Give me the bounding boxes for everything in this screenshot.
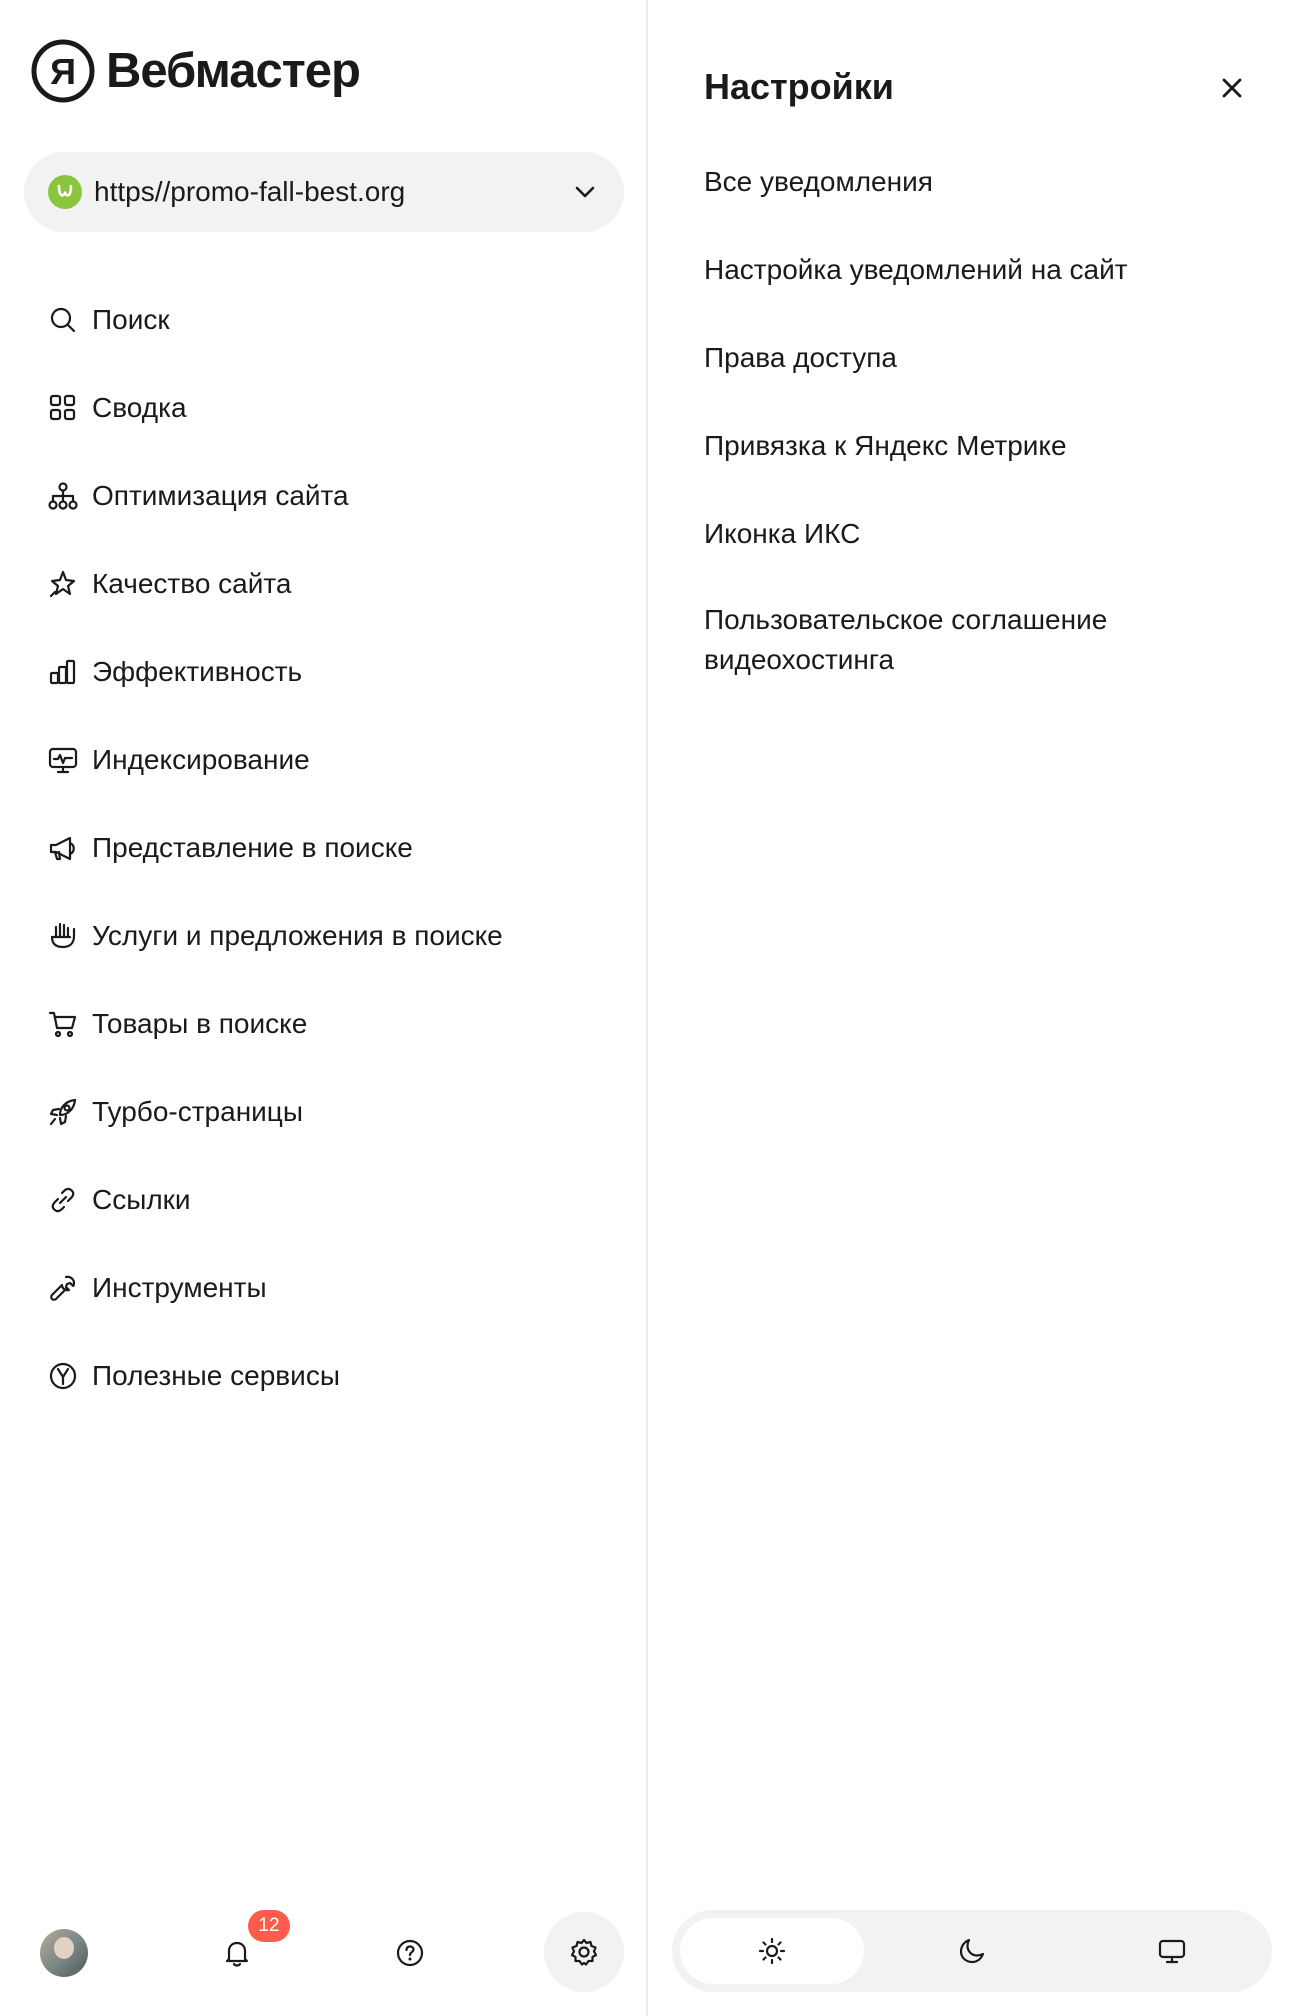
wrench-icon [50,1275,76,1301]
nav-item-label: Полезные сервисы [92,1360,340,1391]
site-favicon-icon [48,175,82,209]
link-icon [51,1187,75,1213]
sidebar: Я Вебмастер https//promo-fall-best.org П… [0,0,646,2016]
nav-item-label: Представление в поиске [92,832,413,863]
settings-item-site-notifications[interactable]: Настройка уведомлений на сайт [704,250,1224,290]
nav-item-useful-services[interactable]: Полезные сервисы [46,1332,606,1420]
sitemap-icon [48,482,78,510]
settings-panel: Настройки Все уведомления Настройка увед… [648,0,1296,2016]
bar-chart-icon [49,659,76,685]
rocket-icon [49,1098,77,1126]
logo-letter: Я [50,51,76,92]
nav-item-label: Индексирование [92,744,310,775]
megaphone-icon [49,836,75,861]
theme-system-option[interactable] [1080,1918,1264,1984]
nav-item-quality[interactable]: Качество сайта [46,540,606,628]
monitor-pulse-icon [48,747,78,774]
sparkle-star-icon [49,570,76,598]
yandex-circle-icon [49,1362,77,1390]
settings-item-video-agreement[interactable]: Пользовательское соглашение видеохостинг… [704,600,1224,680]
moon-icon [959,1938,985,1964]
hand-offer-icon [50,922,76,949]
nav-item-efficiency[interactable]: Эффективность [46,628,606,716]
brand-name: Вебмастер [106,43,361,98]
help-button[interactable] [385,1928,435,1978]
settings-item-access-rights[interactable]: Права доступа [704,338,1224,378]
settings-item-all-notifications[interactable]: Все уведомления [704,162,1224,202]
close-button[interactable] [1214,70,1250,106]
settings-button[interactable] [544,1912,624,1992]
nav-item-label: Поиск [92,304,170,335]
bell-icon [225,1941,249,1967]
theme-light-option[interactable] [680,1918,864,1984]
settings-title: Настройки [704,66,894,107]
nav-item-summary[interactable]: Сводка [46,364,606,452]
nav-item-label: Оптимизация сайта [92,480,349,511]
main-nav: Поиск Сводка Оптимизация сайта Качество … [46,276,606,1420]
nav-item-optimization[interactable]: Оптимизация сайта [46,452,606,540]
nav-item-label: Сводка [92,392,187,423]
nav-item-tools[interactable]: Инструменты [46,1244,606,1332]
nav-item-label: Ссылки [92,1184,191,1215]
nav-item-label: Турбо-страницы [92,1096,303,1127]
nav-item-label: Инструменты [92,1272,267,1303]
theme-dark-option[interactable] [880,1918,1064,1984]
yandex-logo-icon: Я [31,39,95,103]
nav-item-indexing[interactable]: Индексирование [46,716,606,804]
site-selector[interactable]: https//promo-fall-best.org [24,152,624,232]
theme-switch [672,1910,1272,1992]
sidebar-bottom-bar: 12 [0,1910,646,1996]
help-circle-icon [396,1939,424,1967]
sun-icon [758,1937,786,1965]
cart-icon [48,1011,77,1038]
nav-item-search[interactable]: Поиск [46,276,606,364]
chevron-down-icon[interactable] [570,177,600,207]
nav-item-label: Качество сайта [92,568,292,599]
nav-item-products[interactable]: Товары в поиске [46,980,606,1068]
nav-item-search-appearance[interactable]: Представление в поиске [46,804,606,892]
settings-item-metrica-link[interactable]: Привязка к Яндекс Метрике [704,426,1224,466]
site-url: https//promo-fall-best.org [94,176,406,207]
notifications-badge: 12 [248,1910,290,1942]
monitor-icon [1158,1939,1186,1964]
webmaster-logo[interactable]: Я Вебмастер [30,38,361,104]
avatar[interactable] [40,1929,88,1977]
nav-item-label: Эффективность [92,656,303,687]
gear-icon [570,1938,598,1966]
nav-item-services[interactable]: Услуги и предложения в поиске [46,892,606,980]
close-icon [1222,78,1242,98]
nav-item-turbo[interactable]: Турбо-страницы [46,1068,606,1156]
settings-item-iks-icon[interactable]: Иконка ИКС [704,514,1224,554]
nav-item-label: Услуги и предложения в поиске [92,920,503,951]
settings-list: Все уведомления Настройка уведомлений на… [704,162,1224,728]
grid-icon [49,394,76,421]
nav-item-label: Товары в поиске [92,1008,308,1039]
search-icon [50,307,76,333]
nav-item-links[interactable]: Ссылки [46,1156,606,1244]
